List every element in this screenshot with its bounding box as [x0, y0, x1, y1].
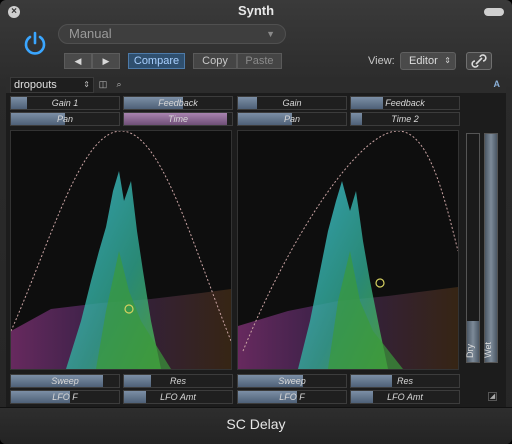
- time-2-label: Time 2: [391, 114, 419, 124]
- res-right-label: Res: [396, 376, 413, 386]
- pan-left-control[interactable]: Pan: [10, 112, 120, 126]
- paste-button[interactable]: Paste: [237, 53, 282, 69]
- sweep-left-control[interactable]: Sweep: [10, 374, 120, 388]
- previous-preset-button[interactable]: ◀: [64, 53, 92, 69]
- plugin-window: × Synth Manual ▼ ◀ ▶ Compare Copy Paste …: [0, 0, 512, 444]
- lfo-f-right-label: LFO F: [279, 392, 305, 402]
- feedback-left-control[interactable]: Feedback: [123, 96, 233, 110]
- preset-name: Manual: [69, 26, 112, 41]
- lfo-amt-left-label: LFO Amt: [160, 392, 196, 402]
- next-preset-button[interactable]: ▶: [92, 53, 120, 69]
- sweep-right-control[interactable]: Sweep: [237, 374, 347, 388]
- res-left-fill: [124, 375, 151, 387]
- plugin-preset-dropdown[interactable]: dropouts ⇕: [10, 77, 94, 93]
- plugin-name: SC Delay: [226, 416, 286, 432]
- gain-right-fill: [238, 97, 258, 109]
- res-left-control[interactable]: Res: [123, 374, 233, 388]
- time-left-label: Time: [168, 114, 188, 124]
- res-left-label: Res: [169, 376, 186, 386]
- pan-right-control[interactable]: Pan: [237, 112, 347, 126]
- lfo-amt-left-control[interactable]: LFO Amt: [123, 390, 233, 404]
- collapse-button[interactable]: [484, 8, 504, 16]
- sweep-right-label: Sweep: [278, 376, 306, 386]
- right-delay-graph[interactable]: [237, 130, 459, 370]
- search-icon[interactable]: ⌕: [114, 79, 124, 90]
- window-title: Synth: [237, 3, 275, 18]
- pan-left-label: Pan: [56, 114, 73, 124]
- lfo-f-left-control[interactable]: LFO F: [10, 390, 120, 404]
- gain-1-fill: [11, 97, 28, 109]
- res-right-control[interactable]: Res: [350, 374, 460, 388]
- gain-1-label: Gain 1: [51, 98, 79, 108]
- wet-fill: [485, 134, 497, 362]
- res-right-fill: [351, 375, 393, 387]
- lfo-amt-right-control[interactable]: LFO Amt: [350, 390, 460, 404]
- lfo-amt-right-label: LFO Amt: [387, 392, 423, 402]
- gain-right-label: Gain: [282, 98, 302, 108]
- left-spectrum-svg: [10, 130, 232, 369]
- gain-1-control[interactable]: Gain 1: [10, 96, 120, 110]
- feedback-right-fill: [351, 97, 384, 109]
- sweep-left-label: Sweep: [51, 376, 79, 386]
- view-selector[interactable]: Editor ⇕: [400, 52, 456, 70]
- view-label: View:: [368, 55, 395, 67]
- time-2-fill: [351, 113, 362, 125]
- wet-label: Wet: [483, 342, 493, 358]
- feedback-left-label: Feedback: [158, 98, 198, 108]
- title-bar: × Synth: [0, 0, 512, 22]
- wet-slider[interactable]: Wet: [483, 133, 498, 363]
- link-button[interactable]: [466, 52, 492, 70]
- dry-label: Dry: [465, 344, 475, 358]
- plugin-preset-value: dropouts: [14, 79, 57, 91]
- chevron-down-icon: ▼: [266, 29, 275, 39]
- time-left-control[interactable]: Time: [123, 112, 233, 126]
- feedback-right-label: Feedback: [385, 98, 425, 108]
- lfo-f-right-control[interactable]: LFO F: [237, 390, 347, 404]
- pan-right-label: Pan: [283, 114, 300, 124]
- lfo-amt-right-fill: [351, 391, 373, 403]
- plugin-toolbar: dropouts ⇕ ◫ ⌕ A: [6, 77, 506, 94]
- right-spectrum-svg: [238, 130, 459, 369]
- close-icon[interactable]: ×: [8, 6, 20, 18]
- gain-right-control[interactable]: Gain: [237, 96, 347, 110]
- link-icon: [471, 54, 487, 68]
- power-icon[interactable]: [22, 30, 48, 56]
- lfo-amt-left-fill: [124, 391, 146, 403]
- preset-menu[interactable]: Manual ▼: [58, 24, 286, 44]
- compare-button[interactable]: Compare: [128, 53, 185, 69]
- resize-icon[interactable]: ◢: [488, 392, 497, 401]
- plugin-footer: SC Delay: [0, 407, 512, 444]
- dry-slider[interactable]: Dry: [465, 133, 480, 363]
- lfo-f-left-label: LFO F: [52, 392, 78, 402]
- view-value: Editor: [409, 55, 438, 67]
- time-2-control[interactable]: Time 2: [350, 112, 460, 126]
- left-delay-graph[interactable]: [10, 130, 232, 370]
- updown-icon: ⇕: [83, 80, 90, 89]
- copy-button[interactable]: Copy: [193, 53, 237, 69]
- feedback-right-control[interactable]: Feedback: [350, 96, 460, 110]
- auto-label[interactable]: A: [494, 79, 501, 89]
- updown-icon: ⇕: [444, 56, 451, 65]
- save-icon[interactable]: ◫: [98, 79, 108, 90]
